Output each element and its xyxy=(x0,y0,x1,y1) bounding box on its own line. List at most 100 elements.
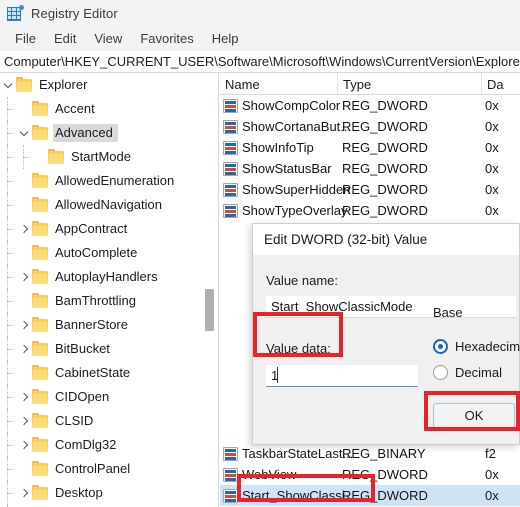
tree-node-label: AllowedNavigation xyxy=(55,197,162,212)
folder-icon xyxy=(32,364,48,380)
chevron-right-icon[interactable] xyxy=(16,217,32,241)
radio-hexadecimal[interactable]: Hexadecimal xyxy=(433,333,520,359)
registry-value-icon xyxy=(223,161,238,176)
registry-tree: Explorer Accent Advanced StartMode AllowedEn… xyxy=(0,73,218,507)
text-caret xyxy=(277,367,278,383)
chevron-right-icon[interactable] xyxy=(16,385,32,409)
folder-icon xyxy=(48,148,64,164)
registry-value-icon xyxy=(223,467,238,482)
address-bar[interactable]: Computer\HKEY_CURRENT_USER\Software\Micr… xyxy=(0,51,520,73)
tree-node[interactable]: AllowedNavigation xyxy=(0,193,218,217)
tree-node[interactable]: Explorer xyxy=(0,73,218,97)
ok-button[interactable]: OK xyxy=(433,403,515,428)
registry-value-icon xyxy=(223,203,238,218)
column-header-name[interactable]: Name xyxy=(220,73,338,95)
value-name-cell: ShowInfoTip xyxy=(242,140,314,155)
registry-value-icon xyxy=(223,98,238,113)
registry-values-list: ShowCompColor REG_DWORD 0x ShowCortanaBut..… xyxy=(220,95,520,221)
tree-node-label: CabinetState xyxy=(55,365,131,380)
value-type-cell: REG_DWORD xyxy=(342,467,428,482)
folder-icon xyxy=(32,172,48,188)
folder-icon xyxy=(32,124,48,140)
registry-path: Computer\HKEY_CURRENT_USER\Software\Micr… xyxy=(4,54,520,69)
tree-node-label: CLSID xyxy=(55,413,94,428)
column-header-type[interactable]: Type xyxy=(338,73,482,95)
tree-node[interactable]: BitBucket xyxy=(0,337,218,361)
tree-node[interactable]: AllowedEnumeration xyxy=(0,169,218,193)
tree-node[interactable]: CabinetState xyxy=(0,361,218,385)
folder-icon xyxy=(32,316,48,332)
table-row[interactable]: ShowStatusBar REG_DWORD 0x xyxy=(220,158,520,179)
tree-stem xyxy=(16,361,32,385)
menu-item-file[interactable]: File xyxy=(6,28,45,49)
folder-icon xyxy=(32,100,48,116)
registry-tree-pane[interactable]: Explorer Accent Advanced StartMode AllowedEn… xyxy=(0,73,219,507)
registry-editor-icon xyxy=(7,4,24,22)
radio-decimal-icon[interactable] xyxy=(433,364,448,380)
tree-node-label: BamThrottling xyxy=(55,293,136,308)
chevron-right-icon[interactable] xyxy=(16,481,32,505)
registry-value-icon xyxy=(223,119,238,134)
value-type-cell: REG_DWORD xyxy=(342,488,428,503)
tree-indent-guide xyxy=(0,217,16,241)
tree-node[interactable]: StartMode xyxy=(0,145,218,169)
chevron-down-icon[interactable] xyxy=(0,73,16,97)
chevron-right-icon[interactable] xyxy=(16,409,32,433)
chevron-down-icon[interactable] xyxy=(16,121,32,145)
value-type-cell: REG_DWORD xyxy=(342,161,428,176)
tree-node[interactable]: Advanced xyxy=(0,121,218,145)
chevron-right-icon[interactable] xyxy=(16,433,32,457)
table-row[interactable]: ShowTypeOverlay REG_DWORD 0x xyxy=(220,200,520,221)
folder-icon xyxy=(32,220,48,236)
value-data-cell: 0x xyxy=(485,161,499,176)
tree-node[interactable]: Desktop xyxy=(0,481,218,505)
radio-decimal[interactable]: Decimal xyxy=(433,359,520,385)
table-row[interactable]: TaskbarStateLast... REG_BINARY f2 xyxy=(220,443,520,464)
value-name-cell: ShowSuperHidden xyxy=(242,182,351,197)
tree-node[interactable]: CIDOpen xyxy=(0,385,218,409)
value-data-input[interactable] xyxy=(266,365,418,387)
table-row[interactable]: ShowSuperHidden REG_DWORD 0x xyxy=(220,179,520,200)
tree-node-label: CIDOpen xyxy=(55,389,110,404)
tree-node[interactable]: ComDlg32 xyxy=(0,433,218,457)
table-row[interactable]: WebView REG_DWORD 0x xyxy=(220,464,520,485)
tree-node[interactable]: CLSID xyxy=(0,409,218,433)
tree-node-label: BannerStore xyxy=(55,317,128,332)
tree-indent-guide xyxy=(0,193,16,217)
chevron-right-icon[interactable] xyxy=(16,337,32,361)
tree-node-label: ControlPanel xyxy=(55,461,131,476)
radio-decimal-label: Decimal xyxy=(455,364,502,380)
value-name-cell: ShowCortanaBut... xyxy=(242,119,352,134)
tree-node-label: Desktop xyxy=(55,485,103,500)
radio-hexadecimal-icon[interactable] xyxy=(433,338,448,354)
radio-hexadecimal-label: Hexadecimal xyxy=(455,338,520,354)
table-row[interactable]: Start_ShowClassi... REG_DWORD 0x xyxy=(220,485,520,506)
tree-scrollbar[interactable] xyxy=(204,73,215,507)
value-data-label: Value data: xyxy=(266,341,331,356)
chevron-right-icon[interactable] xyxy=(16,313,32,337)
chevron-right-icon[interactable] xyxy=(16,265,32,289)
tree-stem xyxy=(16,241,32,265)
tree-node[interactable]: AppContract xyxy=(0,217,218,241)
tree-node[interactable]: AutoComplete xyxy=(0,241,218,265)
value-data-cell: 0x xyxy=(485,182,499,197)
folder-icon xyxy=(32,484,48,500)
column-header-data[interactable]: Da xyxy=(482,73,520,95)
registry-value-icon xyxy=(223,488,238,503)
value-type-cell: REG_DWORD xyxy=(342,119,428,134)
table-row[interactable]: ShowCompColor REG_DWORD 0x xyxy=(220,95,520,116)
menu-item-favorites[interactable]: Favorites xyxy=(131,28,202,49)
menu-bar: File Edit View Favorites Help xyxy=(0,26,520,51)
menu-item-edit[interactable]: Edit xyxy=(45,28,85,49)
table-row[interactable]: ShowCortanaBut... REG_DWORD 0x xyxy=(220,116,520,137)
value-name-input[interactable] xyxy=(266,296,516,318)
menu-item-help[interactable]: Help xyxy=(203,28,248,49)
tree-scrollbar-thumb[interactable] xyxy=(205,289,214,331)
tree-node[interactable]: Accent xyxy=(0,97,218,121)
table-row[interactable]: ShowInfoTip REG_DWORD 0x xyxy=(220,137,520,158)
menu-item-view[interactable]: View xyxy=(85,28,131,49)
tree-node[interactable]: BannerStore xyxy=(0,313,218,337)
tree-node[interactable]: AutoplayHandlers xyxy=(0,265,218,289)
tree-node[interactable]: BamThrottling xyxy=(0,289,218,313)
tree-node[interactable]: ControlPanel xyxy=(0,457,218,481)
